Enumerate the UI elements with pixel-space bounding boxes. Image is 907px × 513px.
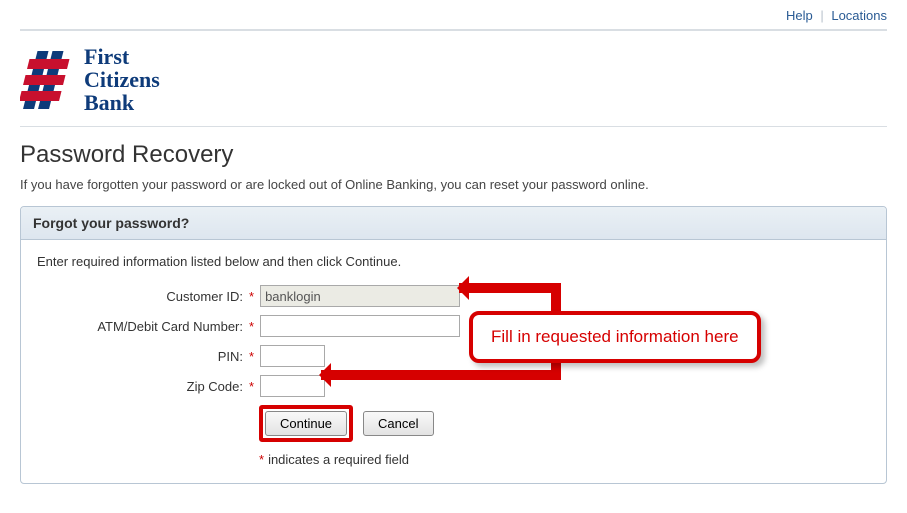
atm-debit-input[interactable] (260, 315, 460, 337)
zip-input[interactable] (260, 375, 325, 397)
customer-id-label: Customer ID: (37, 289, 247, 304)
atm-debit-label: ATM/Debit Card Number: (37, 319, 247, 334)
nav-separator: | (820, 8, 823, 23)
divider (20, 126, 887, 127)
divider (20, 29, 887, 31)
brand-line1: First (84, 45, 160, 68)
top-nav: Help | Locations (20, 0, 887, 29)
continue-highlight-box: Continue (259, 405, 353, 442)
required-indicator: * (249, 319, 254, 334)
pin-label: PIN: (37, 349, 247, 364)
required-indicator: * (249, 289, 254, 304)
required-indicator: * (259, 452, 264, 467)
required-footnote: *indicates a required field (259, 452, 870, 467)
help-link[interactable]: Help (786, 8, 813, 23)
panel-header: Forgot your password? (21, 207, 886, 240)
bank-logo-text: First Citizens Bank (84, 45, 160, 114)
bank-logo-icon (20, 49, 70, 111)
zip-label: Zip Code: (37, 379, 247, 394)
panel-instructions: Enter required information listed below … (37, 254, 870, 269)
required-indicator: * (249, 349, 254, 364)
pin-input[interactable] (260, 345, 325, 367)
page-intro: If you have forgotten your password or a… (20, 177, 887, 192)
cancel-button[interactable]: Cancel (363, 411, 433, 436)
page-title: Password Recovery (20, 141, 887, 169)
customer-id-input[interactable] (260, 285, 460, 307)
brand-line3: Bank (84, 91, 160, 114)
required-indicator: * (249, 379, 254, 394)
continue-button[interactable]: Continue (265, 411, 347, 436)
password-recovery-panel: Forgot your password? Enter required inf… (20, 206, 887, 484)
brand-line2: Citizens (84, 68, 160, 91)
brand-logo: First Citizens Bank (20, 45, 887, 126)
locations-link[interactable]: Locations (831, 8, 887, 23)
